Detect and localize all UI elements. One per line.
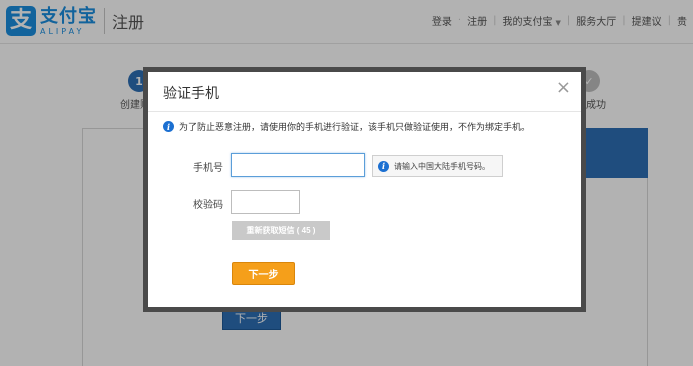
dialog-title: 验证手机	[163, 86, 219, 102]
code-label: 校验码	[193, 200, 223, 211]
info-icon: i	[378, 160, 389, 172]
verification-code-input[interactable]	[231, 190, 300, 214]
dialog-header: 验证手机 ×	[148, 72, 581, 112]
phone-input[interactable]	[231, 153, 365, 177]
close-icon[interactable]: ×	[556, 78, 571, 98]
info-icon: i	[163, 121, 174, 132]
phone-label: 手机号	[193, 163, 223, 174]
verify-phone-dialog: 验证手机 × i 为了防止恶意注册，请使用你的手机进行验证，该手机只做验证使用，…	[143, 67, 586, 312]
resend-sms-button[interactable]: 重新获取短信 ( 45 )	[232, 221, 330, 240]
verification-notice: i 为了防止恶意注册，请使用你的手机进行验证，该手机只做验证使用，不作为绑定手机…	[163, 120, 530, 133]
phone-tip-text: 请输入中国大陆手机号码。	[394, 161, 490, 171]
next-step-button[interactable]: 下一步	[232, 262, 295, 285]
notice-text: 为了防止恶意注册，请使用你的手机进行验证，该手机只做验证使用，不作为绑定手机。	[179, 123, 531, 133]
phone-tip: i 请输入中国大陆手机号码。	[372, 155, 503, 177]
